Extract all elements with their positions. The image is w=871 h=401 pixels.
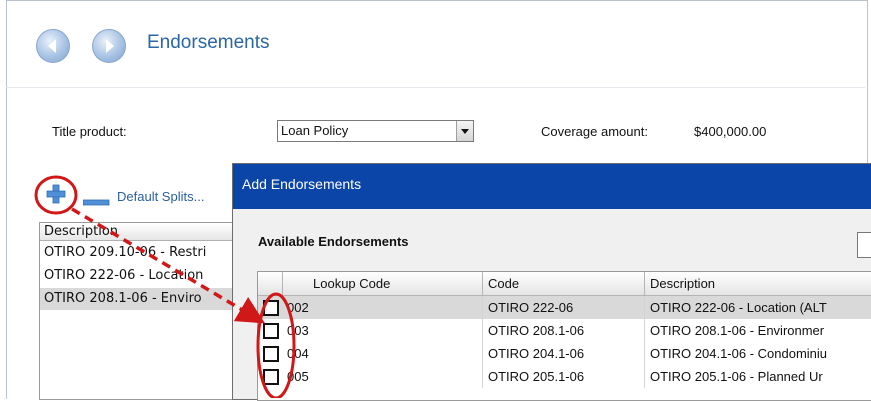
annotation-overlay — [34, 175, 296, 398]
annotation-circle — [34, 175, 78, 215]
annotation-arrow — [71, 207, 266, 324]
annotation-checkbox-highlight — [256, 292, 296, 398]
